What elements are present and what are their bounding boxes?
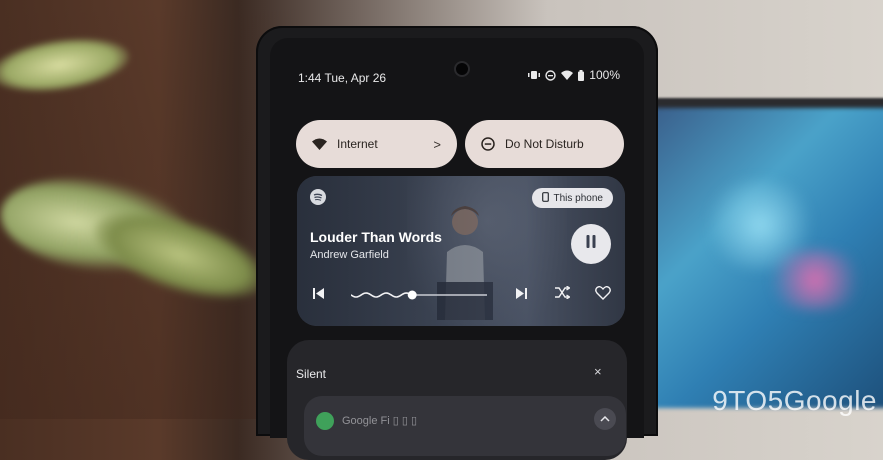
pause-button[interactable] — [571, 224, 611, 264]
spotify-icon — [310, 189, 326, 205]
output-device-chip[interactable]: This phone — [531, 188, 613, 208]
watermark: 9TO5Google — [712, 385, 877, 416]
media-controls — [297, 283, 625, 307]
heart-icon — [595, 285, 611, 305]
artist-name: Andrew Garfield — [310, 249, 389, 261]
like-button[interactable] — [591, 283, 615, 307]
phone-icon — [541, 191, 549, 205]
next-button[interactable] — [509, 283, 533, 307]
shuffle-button[interactable] — [550, 283, 574, 307]
quick-settings: Internet > Do Not Disturb This phone Lou… — [270, 38, 644, 460]
media-player-card[interactable]: This phone Louder Than Words Andrew Garf… — [297, 176, 625, 326]
app-icon — [316, 412, 334, 430]
notification-text: Google Fi ▯ ▯ ▯ — [342, 415, 418, 427]
chevron-right-icon: > — [433, 136, 441, 152]
tile-internet[interactable]: Internet > — [296, 120, 457, 168]
seek-bar[interactable] — [351, 287, 487, 303]
close-icon[interactable]: × — [594, 364, 602, 379]
seek-thumb[interactable] — [407, 290, 417, 300]
song-title: Louder Than Words — [310, 229, 442, 245]
output-device-label: This phone — [553, 192, 603, 204]
chevron-up-icon[interactable] — [594, 408, 616, 430]
silent-section-label: Silent — [296, 367, 327, 381]
background-monitor-glow — [760, 250, 870, 310]
next-icon — [515, 286, 527, 304]
previous-icon — [312, 286, 324, 304]
tile-internet-label: Internet — [337, 137, 378, 151]
tile-do-not-disturb-label: Do Not Disturb — [505, 137, 584, 151]
tile-do-not-disturb[interactable]: Do Not Disturb — [465, 120, 624, 168]
shuffle-icon — [554, 285, 571, 304]
pause-icon — [585, 235, 597, 253]
previous-button[interactable] — [306, 283, 330, 307]
wifi-icon — [312, 138, 327, 150]
do-not-disturb-icon — [481, 137, 495, 151]
